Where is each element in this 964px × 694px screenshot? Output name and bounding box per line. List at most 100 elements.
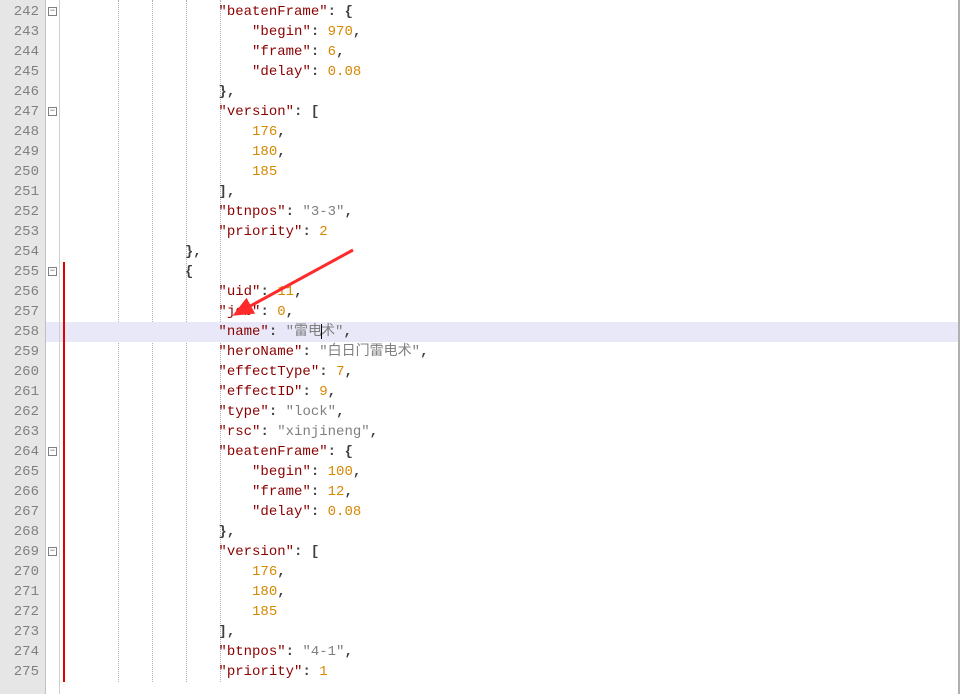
token-num: 970 bbox=[328, 24, 353, 40]
token-num: 185 bbox=[252, 164, 277, 180]
token-key: "job" bbox=[218, 304, 260, 320]
code-line[interactable]: "begin": 100, bbox=[78, 462, 958, 482]
line-number: 258 bbox=[0, 322, 45, 342]
token-pun: , bbox=[328, 384, 336, 400]
code-line[interactable]: "effectID": 9, bbox=[78, 382, 958, 402]
token-pun: : bbox=[311, 64, 328, 80]
code-line[interactable]: "beatenFrame": { bbox=[78, 442, 958, 462]
token-pun: : [ bbox=[294, 544, 319, 560]
line-number: 249 bbox=[0, 142, 45, 162]
code-line[interactable]: "btnpos": "4-1", bbox=[78, 642, 958, 662]
code-line[interactable]: "beatenFrame": { bbox=[78, 2, 958, 22]
line-number: 270 bbox=[0, 562, 45, 582]
code-area[interactable]: "beatenFrame": { "begin": 970, "frame": … bbox=[78, 0, 958, 694]
code-line[interactable]: 176, bbox=[78, 562, 958, 582]
token-key: "priority" bbox=[218, 224, 302, 240]
token-num: 0 bbox=[277, 304, 285, 320]
token-key: "delay" bbox=[252, 504, 311, 520]
token-num: 0.08 bbox=[328, 64, 362, 80]
change-marker bbox=[63, 262, 65, 682]
token-num: 176 bbox=[252, 564, 277, 580]
fold-toggle[interactable]: − bbox=[48, 447, 57, 456]
code-line[interactable]: }, bbox=[78, 242, 958, 262]
token-pun: : bbox=[269, 324, 286, 340]
token-pun: , bbox=[344, 204, 352, 220]
token-pun: , bbox=[277, 144, 285, 160]
code-line[interactable]: "heroName": "白日门雷电术", bbox=[78, 342, 958, 362]
fold-toggle[interactable]: − bbox=[48, 547, 57, 556]
line-number: 265 bbox=[0, 462, 45, 482]
token-pun: , bbox=[344, 484, 352, 500]
code-line[interactable]: }, bbox=[78, 522, 958, 542]
token-str: "3-3" bbox=[302, 204, 344, 220]
code-line[interactable]: "name": "雷电术", bbox=[78, 322, 958, 342]
token-pun: , bbox=[277, 584, 285, 600]
fold-toggle[interactable]: − bbox=[48, 267, 57, 276]
code-line[interactable]: "type": "lock", bbox=[78, 402, 958, 422]
token-pun: , bbox=[353, 464, 361, 480]
code-line[interactable]: 185 bbox=[78, 602, 958, 622]
token-pun: : bbox=[302, 344, 319, 360]
code-line[interactable]: 180, bbox=[78, 582, 958, 602]
token-key: "effectType" bbox=[218, 364, 319, 380]
token-pun: : bbox=[260, 424, 277, 440]
token-pun: : bbox=[311, 44, 328, 60]
token-str: "白日门雷电术" bbox=[319, 344, 420, 360]
token-num: 100 bbox=[328, 464, 353, 480]
line-number: 266 bbox=[0, 482, 45, 502]
token-pun: , bbox=[294, 284, 302, 300]
fold-gutter[interactable]: − − − − − bbox=[46, 0, 60, 694]
code-line[interactable]: "delay": 0.08 bbox=[78, 62, 958, 82]
token-key: "delay" bbox=[252, 64, 311, 80]
token-num: 2 bbox=[319, 224, 327, 240]
line-number: 274 bbox=[0, 642, 45, 662]
line-number: 243 bbox=[0, 22, 45, 42]
code-line[interactable]: "btnpos": "3-3", bbox=[78, 202, 958, 222]
token-pun: : bbox=[311, 484, 328, 500]
token-pun: : bbox=[302, 384, 319, 400]
line-number: 244 bbox=[0, 42, 45, 62]
token-pun: , bbox=[277, 564, 285, 580]
code-line[interactable]: "rsc": "xinjineng", bbox=[78, 422, 958, 442]
code-line[interactable]: 180, bbox=[78, 142, 958, 162]
fold-toggle[interactable]: − bbox=[48, 7, 57, 16]
line-number: 264 bbox=[0, 442, 45, 462]
token-pun: , bbox=[344, 364, 352, 380]
token-key: "effectID" bbox=[218, 384, 302, 400]
code-line[interactable]: "frame": 6, bbox=[78, 42, 958, 62]
token-pun: : bbox=[302, 664, 319, 680]
code-editor[interactable]: 2422432442452462472482492502512522532542… bbox=[0, 0, 960, 694]
line-number: 245 bbox=[0, 62, 45, 82]
token-pun: , bbox=[344, 644, 352, 660]
token-str: "lock" bbox=[286, 404, 336, 420]
token-pun: { bbox=[185, 264, 193, 280]
line-number: 272 bbox=[0, 602, 45, 622]
code-line[interactable]: ], bbox=[78, 622, 958, 642]
token-num: 0.08 bbox=[328, 504, 362, 520]
token-key: "frame" bbox=[252, 484, 311, 500]
token-pun: : bbox=[319, 364, 336, 380]
line-number-gutter[interactable]: 2422432442452462472482492502512522532542… bbox=[0, 0, 46, 694]
code-line[interactable]: "job": 0, bbox=[78, 302, 958, 322]
token-pun: : bbox=[260, 284, 277, 300]
code-line[interactable]: "effectType": 7, bbox=[78, 362, 958, 382]
token-num: 180 bbox=[252, 144, 277, 160]
code-line[interactable]: "delay": 0.08 bbox=[78, 502, 958, 522]
code-line[interactable]: "version": [ bbox=[78, 542, 958, 562]
code-line[interactable]: "priority": 2 bbox=[78, 222, 958, 242]
code-line[interactable]: ], bbox=[78, 182, 958, 202]
code-line[interactable]: }, bbox=[78, 82, 958, 102]
code-line[interactable]: "uid": 11, bbox=[78, 282, 958, 302]
code-line[interactable]: 176, bbox=[78, 122, 958, 142]
code-line[interactable]: { bbox=[78, 262, 958, 282]
code-line[interactable]: 185 bbox=[78, 162, 958, 182]
line-number: 257 bbox=[0, 302, 45, 322]
code-line[interactable]: "begin": 970, bbox=[78, 22, 958, 42]
code-line[interactable]: "version": [ bbox=[78, 102, 958, 122]
token-pun: : [ bbox=[294, 104, 319, 120]
token-pun: , bbox=[370, 424, 378, 440]
fold-toggle[interactable]: − bbox=[48, 107, 57, 116]
token-key: "type" bbox=[218, 404, 268, 420]
code-line[interactable]: "priority": 1 bbox=[78, 662, 958, 682]
code-line[interactable]: "frame": 12, bbox=[78, 482, 958, 502]
